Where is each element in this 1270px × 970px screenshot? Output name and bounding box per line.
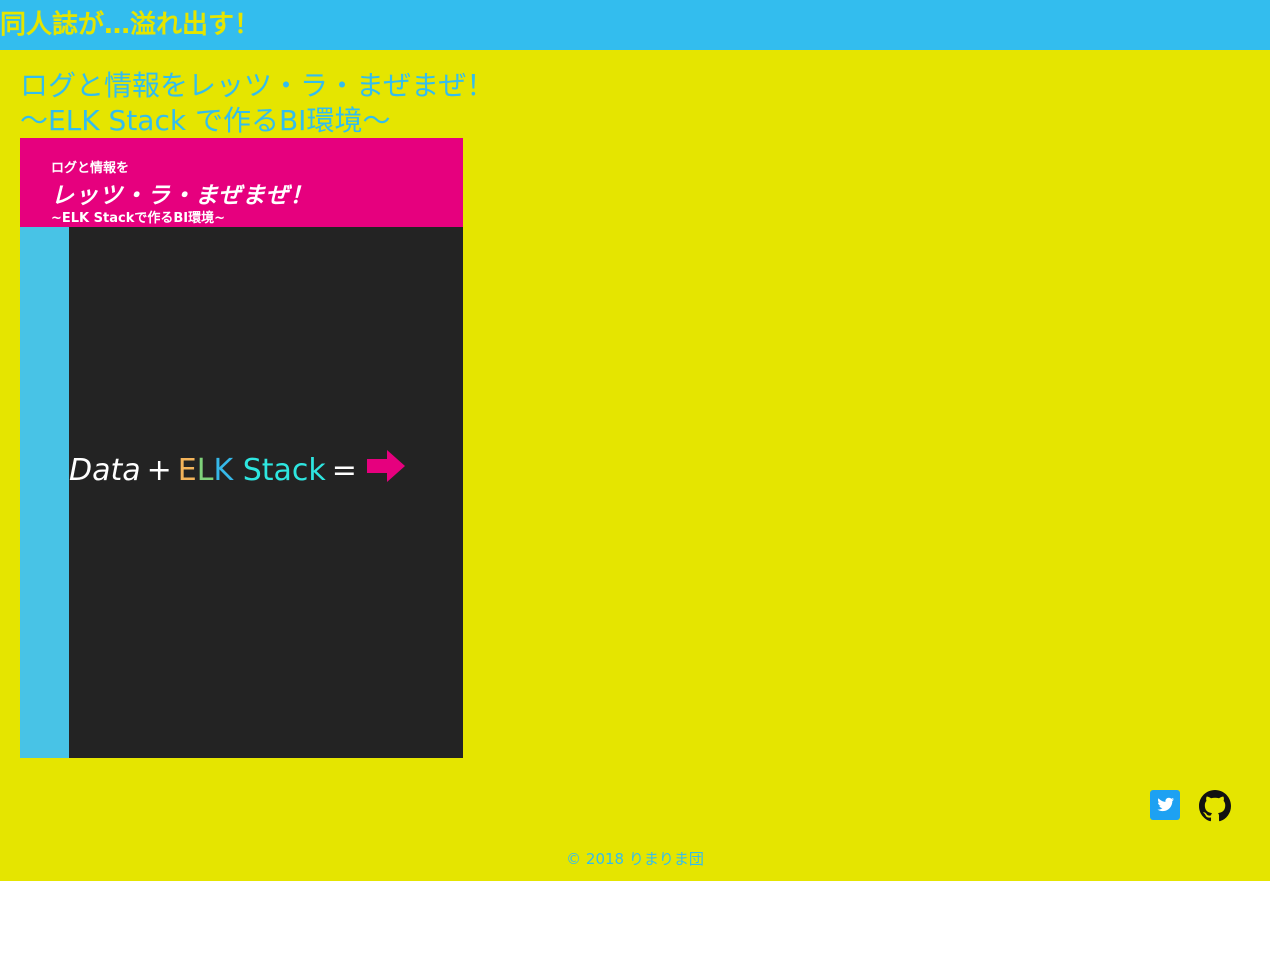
arrow-right-icon bbox=[366, 450, 405, 493]
post-title[interactable]: ログと情報をレッツ・ラ・まぜまぜ！ 〜ELK Stack で作るBI環境〜 bbox=[20, 68, 494, 138]
twitter-link[interactable] bbox=[1150, 790, 1180, 824]
book-cover-image[interactable]: ログと情報を レッツ・ラ・まぜまぜ！ ~ELK Stackで作るBI環境~ Da… bbox=[20, 138, 463, 758]
cover-sub-title: ~ELK Stackで作るBI環境~ bbox=[51, 211, 225, 226]
formula-data: Data bbox=[69, 453, 141, 488]
formula-stack: Stack bbox=[242, 453, 326, 488]
formula-plus: + bbox=[146, 453, 172, 488]
formula-equals: = bbox=[331, 453, 357, 488]
cover-pre-title: ログと情報を bbox=[51, 161, 130, 176]
post-title-line2: 〜ELK Stack で作るBI環境〜 bbox=[20, 104, 391, 137]
main-content: ログと情報をレッツ・ラ・まぜまぜ！ 〜ELK Stack で作るBI環境〜 ログ… bbox=[0, 50, 1270, 881]
cover-header-band: ログと情報を レッツ・ラ・まぜまぜ！ ~ELK Stackで作るBI環境~ bbox=[20, 138, 463, 227]
site-header: 同人誌が…溢れ出す！ bbox=[0, 0, 1270, 50]
github-icon bbox=[1199, 790, 1231, 822]
site-title-link[interactable]: 同人誌が…溢れ出す！ bbox=[0, 7, 260, 43]
post-title-line1: ログと情報をレッツ・ラ・まぜまぜ！ bbox=[20, 69, 495, 102]
cover-formula: Data + ELK Stack = bbox=[69, 450, 405, 493]
cover-side-stripe bbox=[20, 227, 69, 758]
twitter-icon bbox=[1150, 790, 1180, 820]
formula-e: E bbox=[177, 453, 197, 488]
formula-k: K bbox=[213, 453, 234, 488]
formula-l: L bbox=[196, 453, 214, 488]
cover-main-title: レッツ・ラ・まぜまぜ！ bbox=[51, 183, 314, 209]
github-link[interactable] bbox=[1199, 790, 1231, 826]
copyright-text: © 2018 りまりま団 bbox=[566, 850, 704, 868]
